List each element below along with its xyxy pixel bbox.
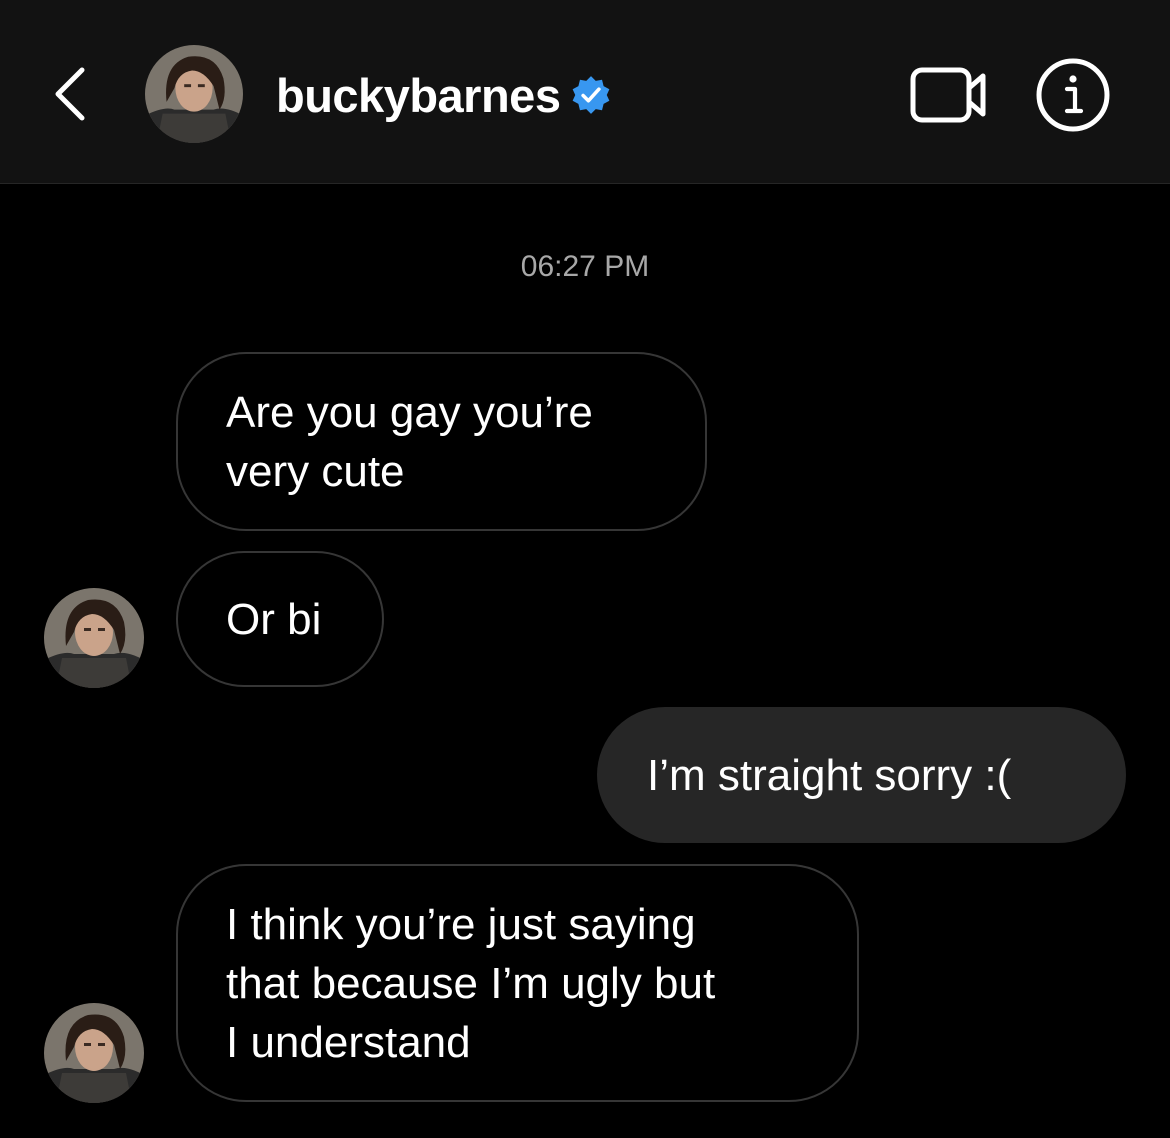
message-bubble-sent[interactable]: I’m straight sorry :( <box>597 707 1126 843</box>
message-text: Or bi <box>226 594 322 644</box>
chevron-left-icon <box>55 67 85 121</box>
header-avatar[interactable] <box>145 45 243 143</box>
message-timestamp: 06:27 PM <box>520 250 650 283</box>
back-button[interactable] <box>40 58 100 130</box>
info-button[interactable] <box>1030 54 1116 136</box>
chat-header: buckybarnes <box>0 0 1170 184</box>
message-text: I think you’re just saying that because … <box>226 899 716 1067</box>
dm-screen: buckybarnes 06:27 PM Are you gay you’re … <box>0 0 1170 1138</box>
profile-link[interactable]: buckybarnes <box>276 62 612 128</box>
sender-avatar[interactable] <box>44 588 144 688</box>
video-camera-icon <box>910 67 986 123</box>
sender-avatar[interactable] <box>44 1003 144 1103</box>
verified-badge-icon <box>573 76 610 114</box>
info-icon <box>1036 58 1110 132</box>
video-call-button[interactable] <box>906 60 992 130</box>
message-text: Are you gay you’re very cute <box>226 387 593 496</box>
message-bubble-received[interactable]: Are you gay you’re very cute <box>176 352 707 531</box>
username: buckybarnes <box>276 68 561 122</box>
message-bubble-received[interactable]: Or bi <box>176 551 384 687</box>
message-bubble-received[interactable]: I think you’re just saying that because … <box>176 864 859 1102</box>
message-text: I’m straight sorry :( <box>647 750 1012 800</box>
